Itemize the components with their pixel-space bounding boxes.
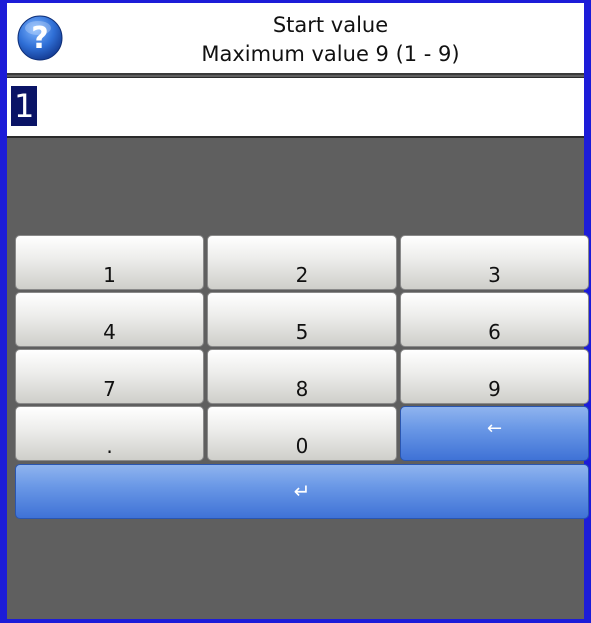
key-7[interactable]: 7	[15, 349, 204, 404]
selected-value-text: 1	[11, 86, 38, 126]
key-3[interactable]: 3	[400, 235, 589, 290]
dialog-header: ? Start value Maximum value 9 (1 - 9)	[7, 3, 584, 75]
key-label: 3	[488, 263, 501, 287]
key-label: .	[106, 434, 113, 458]
key-label: 1	[103, 263, 116, 287]
key-0[interactable]: 0	[207, 406, 397, 461]
enter-return-icon: ↵	[293, 479, 311, 503]
enter-button[interactable]: ↵	[15, 464, 589, 519]
key-decimal-point[interactable]: .	[15, 406, 204, 461]
key-label: 0	[295, 434, 309, 458]
key-label: 9	[488, 377, 501, 401]
key-label: 2	[295, 263, 309, 287]
key-label: 7	[103, 377, 116, 401]
key-label: 8	[295, 377, 309, 401]
key-8[interactable]: 8	[207, 349, 397, 404]
key-2[interactable]: 2	[207, 235, 397, 290]
key-label: 5	[295, 320, 309, 344]
numeric-input-dialog: ? Start value Maximum value 9 (1 - 9) 1 …	[0, 0, 591, 623]
key-label: 6	[488, 320, 501, 344]
key-5[interactable]: 5	[207, 292, 397, 347]
value-input-field[interactable]: 1	[7, 77, 584, 138]
key-1[interactable]: 1	[15, 235, 204, 290]
key-6[interactable]: 6	[400, 292, 589, 347]
key-4[interactable]: 4	[15, 292, 204, 347]
backspace-arrow-icon: ←	[486, 418, 503, 439]
backspace-button[interactable]: ←	[400, 406, 589, 461]
dialog-subtitle: Maximum value 9 (1 - 9)	[201, 42, 460, 66]
key-9[interactable]: 9	[400, 349, 589, 404]
key-label: 4	[103, 320, 116, 344]
dialog-title: Start value	[272, 13, 389, 37]
